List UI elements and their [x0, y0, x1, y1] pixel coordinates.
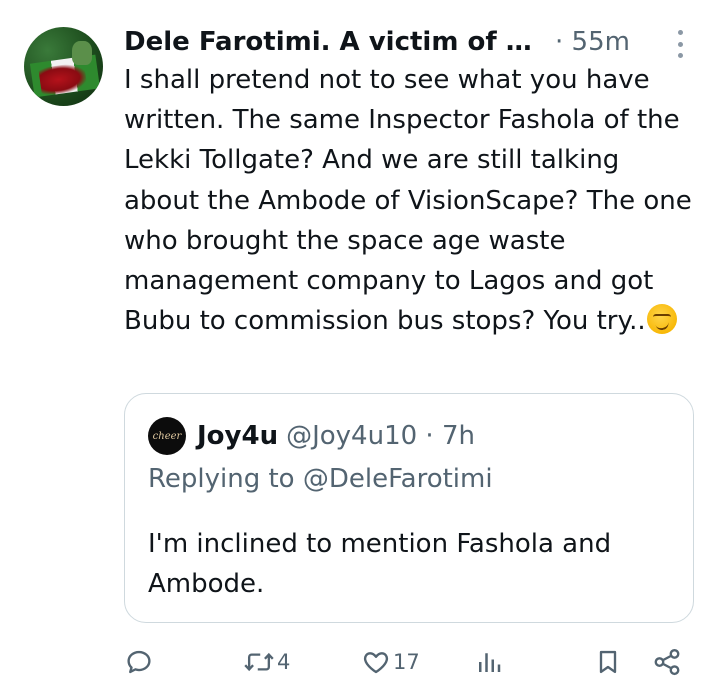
hand-graphic — [72, 41, 92, 65]
like-button[interactable]: 17 — [361, 642, 420, 682]
author-name[interactable]: Dele Farotimi. A victim of Ni... — [124, 27, 549, 57]
like-count: 17 — [393, 650, 420, 674]
quoted-author-avatar[interactable]: cheer — [148, 417, 186, 455]
heart-icon — [363, 652, 389, 674]
reply-icon — [127, 650, 151, 674]
action-bar: 4 17 — [124, 642, 690, 682]
quoted-tweet-text: I'm inclined to mention Fashola and Ambo… — [148, 529, 612, 599]
bookmark-button[interactable] — [594, 642, 622, 682]
analytics-icon — [479, 653, 501, 672]
share-icon — [654, 648, 680, 676]
quoted-tweet[interactable]: cheer Joy4u @Joy4u10 · 7h Replying to @D… — [124, 393, 694, 623]
smirking-face-emoji-icon — [646, 304, 677, 335]
retweet-icon — [244, 652, 274, 672]
retweet-count: 4 — [277, 650, 291, 674]
quoted-tweet-header: Joy4u @Joy4u10 · 7h — [197, 416, 475, 456]
bookmark-icon — [599, 650, 617, 674]
tweet-text: I shall pretend not to see what you have… — [124, 65, 692, 337]
views-button[interactable] — [474, 642, 504, 682]
share-button[interactable] — [652, 642, 682, 682]
replying-to-label: Replying to @DeleFarotimi — [148, 464, 493, 494]
retweet-button[interactable]: 4 — [243, 642, 290, 682]
author-avatar[interactable] — [24, 27, 103, 106]
tweet-timestamp[interactable]: · 55m — [555, 27, 630, 57]
reply-button[interactable] — [124, 642, 154, 682]
quoted-author-name: Joy4u — [197, 421, 279, 451]
quoted-handle-time: @Joy4u10 · 7h — [286, 421, 475, 451]
tweet-body: I shall pretend not to see what you have… — [124, 60, 694, 341]
more-options-icon[interactable] — [674, 30, 686, 58]
tweet-header: Dele Farotimi. A victim of Ni... · 55m — [124, 22, 680, 62]
quoted-avatar-text: cheer — [152, 430, 182, 442]
